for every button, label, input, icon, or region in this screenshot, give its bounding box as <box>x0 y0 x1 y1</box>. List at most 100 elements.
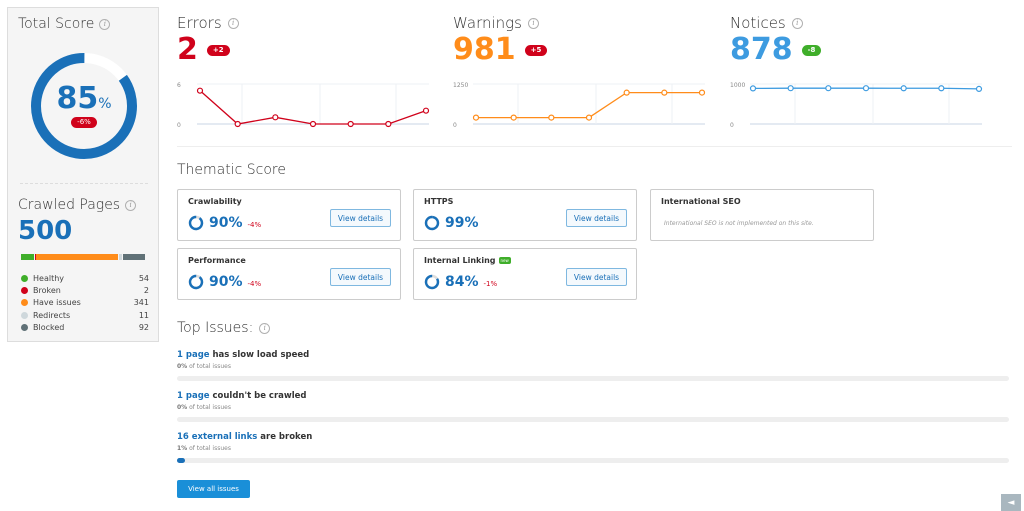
crawled-pages-legend: Healthy 54 Broken 2 Have issues 341 Redirects 1… <box>21 272 149 333</box>
info-icon[interactable]: i <box>227 17 239 29</box>
data-point <box>548 114 555 121</box>
total-score-value: 85% <box>56 81 112 116</box>
card-score: 90% <box>209 274 243 290</box>
legend-label: Broken <box>33 285 61 295</box>
view-details-button[interactable]: View details <box>566 268 627 286</box>
legend-count: 92 <box>138 322 149 332</box>
info-icon[interactable]: i <box>259 322 271 334</box>
info-icon[interactable]: i <box>527 17 539 29</box>
bar-segment-healthy <box>21 254 34 260</box>
info-icon[interactable]: i <box>125 199 137 211</box>
issue-text: are broken <box>257 432 313 442</box>
legend-dot <box>21 299 28 307</box>
warnings-chart: 1250 0 <box>453 82 706 129</box>
issue-pct: 0% <box>177 404 188 411</box>
view-all-issues-button[interactable]: View all issues <box>177 480 250 498</box>
bar-segment-have-issues <box>36 254 119 260</box>
card-delta: -4% <box>247 280 262 288</box>
issue-pct: 0% <box>177 363 188 370</box>
card-delta: -4% <box>247 221 262 229</box>
metric-title: Notices <box>730 14 786 32</box>
issue-bar-fill <box>177 458 185 463</box>
card-note: International SEO is not implemented on … <box>664 220 814 227</box>
total-score-center: 85% -6% <box>30 52 138 160</box>
legend-count: 341 <box>133 298 149 308</box>
total-score-title: Total Score <box>18 16 95 32</box>
issue-item: 1 page has slow load speed 0% of total i… <box>177 350 1009 381</box>
thematic-card-https: HTTPS 99% View details <box>413 189 637 241</box>
legend-row[interactable]: Healthy 54 <box>21 272 149 284</box>
info-icon[interactable]: i <box>99 18 111 30</box>
data-point <box>234 120 241 128</box>
data-point <box>196 87 204 94</box>
data-point <box>661 89 668 96</box>
legend-row[interactable]: Redirects 11 <box>21 309 149 321</box>
metric-value[interactable]: 981 <box>453 35 516 65</box>
data-point <box>975 85 983 92</box>
total-score-header: Total Score i <box>18 16 111 32</box>
y-tick-label: 1000 <box>730 82 745 89</box>
card-name: Internal Linking <box>424 256 496 265</box>
issue-sub: of total issues <box>187 363 231 370</box>
metric-warnings: Warnings i 981 +5 1250 0 <box>453 14 706 129</box>
data-point <box>698 89 706 96</box>
issue-link[interactable]: 1 page <box>177 350 210 360</box>
data-point <box>585 114 593 121</box>
crawled-pages-bar <box>21 254 145 260</box>
metric-title: Warnings <box>453 14 522 32</box>
metric-notices: Notices i 878 -8 1000 0 <box>730 14 983 129</box>
feedback-megaphone-icon[interactable]: ◄ <box>1001 494 1021 511</box>
data-point <box>938 85 945 92</box>
info-icon[interactable]: i <box>791 17 803 29</box>
card-score: 99% <box>445 215 479 231</box>
metric-delta: +5 <box>524 44 548 56</box>
data-point <box>385 120 392 128</box>
series-line <box>199 90 427 125</box>
top-issues-title: Top Issues: <box>177 320 254 336</box>
legend-dot <box>21 286 28 294</box>
legend-dot <box>21 274 28 282</box>
data-point <box>472 114 480 121</box>
metric-delta: +2 <box>206 44 230 56</box>
y-tick-label: 0 <box>453 122 457 129</box>
metric-delta: -8 <box>801 44 822 56</box>
issue-sub: of total issues <box>187 445 231 452</box>
card-name-wrap: Internal Linking new <box>424 256 511 265</box>
legend-dot <box>21 311 28 319</box>
legend-row[interactable]: Blocked 92 <box>21 321 149 333</box>
legend-row[interactable]: Broken 2 <box>21 284 149 296</box>
data-point <box>510 114 517 121</box>
data-point <box>825 85 832 92</box>
score-ring-icon <box>424 274 440 290</box>
thematic-card-crawlability: Crawlability 90% -4% View details <box>177 189 401 241</box>
issue-link[interactable]: 16 external links <box>177 432 257 442</box>
legend-count: 11 <box>138 310 149 320</box>
series-line <box>476 91 703 119</box>
legend-count: 54 <box>138 273 149 283</box>
issue-text: couldn't be crawled <box>209 391 307 401</box>
crawled-pages-title: Crawled Pages <box>18 197 121 213</box>
thematic-score-title: Thematic Score <box>177 162 286 178</box>
metric-value[interactable]: 2 <box>177 35 198 65</box>
metric-value[interactable]: 878 <box>730 35 793 65</box>
issue-link[interactable]: 1 page <box>177 391 210 401</box>
thematic-card-performance: Performance 90% -4% View details <box>177 248 401 300</box>
issue-bar <box>177 417 1009 422</box>
top-issues-header: Top Issues: i <box>177 320 271 336</box>
legend-label: Healthy <box>33 273 65 283</box>
issue-bar <box>177 376 1009 381</box>
card-name: Performance <box>188 256 246 265</box>
legend-label: Blocked <box>33 322 65 332</box>
legend-row[interactable]: Have issues 341 <box>21 297 149 309</box>
y-tick-label: 0 <box>730 122 734 129</box>
view-details-button[interactable]: View details <box>330 209 391 227</box>
view-details-button[interactable]: View details <box>330 268 391 286</box>
legend-label: Redirects <box>33 310 71 320</box>
notices-chart: 1000 0 <box>730 82 983 129</box>
legend-dot <box>21 323 28 331</box>
errors-chart: 60 <box>177 82 430 129</box>
view-details-button[interactable]: View details <box>566 209 627 227</box>
issue-item: 16 external links are broken 1% of total… <box>177 432 1009 463</box>
y-tick-label: 6 <box>177 82 181 89</box>
issue-text: has slow load speed <box>209 350 310 360</box>
